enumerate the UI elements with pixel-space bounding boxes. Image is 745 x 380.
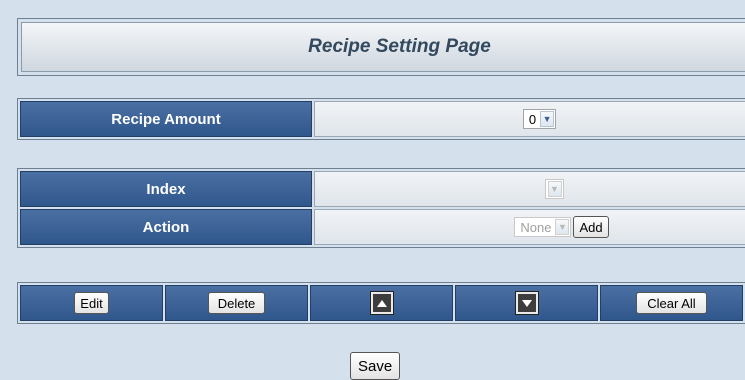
recipe-amount-row: Recipe Amount 0 ▼ xyxy=(20,101,745,137)
recipe-amount-table: Recipe Amount 0 ▼ xyxy=(17,98,745,140)
action-label: Action xyxy=(20,209,312,245)
chevron-down-icon: ▼ xyxy=(555,219,570,235)
recipe-amount-label: Recipe Amount xyxy=(20,101,312,137)
action-row: Action None ▼ Add xyxy=(20,209,745,245)
recipe-amount-selected: 0 xyxy=(528,111,537,127)
index-row: Index ▼ xyxy=(20,171,745,207)
edit-button[interactable]: Edit xyxy=(74,292,109,314)
recipe-toolbar: Edit Delete Clear All xyxy=(17,282,745,324)
page-title: Recipe Setting Page xyxy=(308,36,491,57)
edit-cell: Edit xyxy=(20,285,163,321)
move-up-cell xyxy=(310,285,453,321)
recipe-amount-value-cell: 0 ▼ xyxy=(314,101,745,137)
arrow-up-icon xyxy=(376,299,387,307)
action-selected: None xyxy=(520,219,552,235)
index-action-table: Index ▼ Action None ▼ Add xyxy=(17,168,745,248)
clear-all-button[interactable]: Clear All xyxy=(636,292,707,314)
action-select[interactable]: None ▼ xyxy=(514,217,572,237)
add-button[interactable]: Add xyxy=(573,216,609,238)
chevron-down-icon: ▼ xyxy=(547,181,562,197)
save-area: Save xyxy=(350,352,401,380)
save-button[interactable]: Save xyxy=(350,352,401,380)
title-bar: Recipe Setting Page xyxy=(21,22,745,72)
move-down-button[interactable] xyxy=(514,291,539,315)
index-value-cell: ▼ xyxy=(314,171,745,207)
delete-cell: Delete xyxy=(165,285,308,321)
action-value-cell: None ▼ Add xyxy=(314,209,745,245)
index-select[interactable]: ▼ xyxy=(544,179,564,199)
clear-all-cell: Clear All xyxy=(600,285,743,321)
delete-button[interactable]: Delete xyxy=(207,292,266,314)
chevron-down-icon: ▼ xyxy=(540,111,555,127)
index-label: Index xyxy=(20,171,312,207)
move-up-button[interactable] xyxy=(369,291,394,315)
move-down-cell xyxy=(455,285,598,321)
arrow-down-icon xyxy=(521,299,532,307)
toolbar-row: Edit Delete Clear All xyxy=(20,285,745,321)
title-panel: Recipe Setting Page xyxy=(17,18,745,76)
recipe-amount-select[interactable]: 0 ▼ xyxy=(522,109,557,129)
